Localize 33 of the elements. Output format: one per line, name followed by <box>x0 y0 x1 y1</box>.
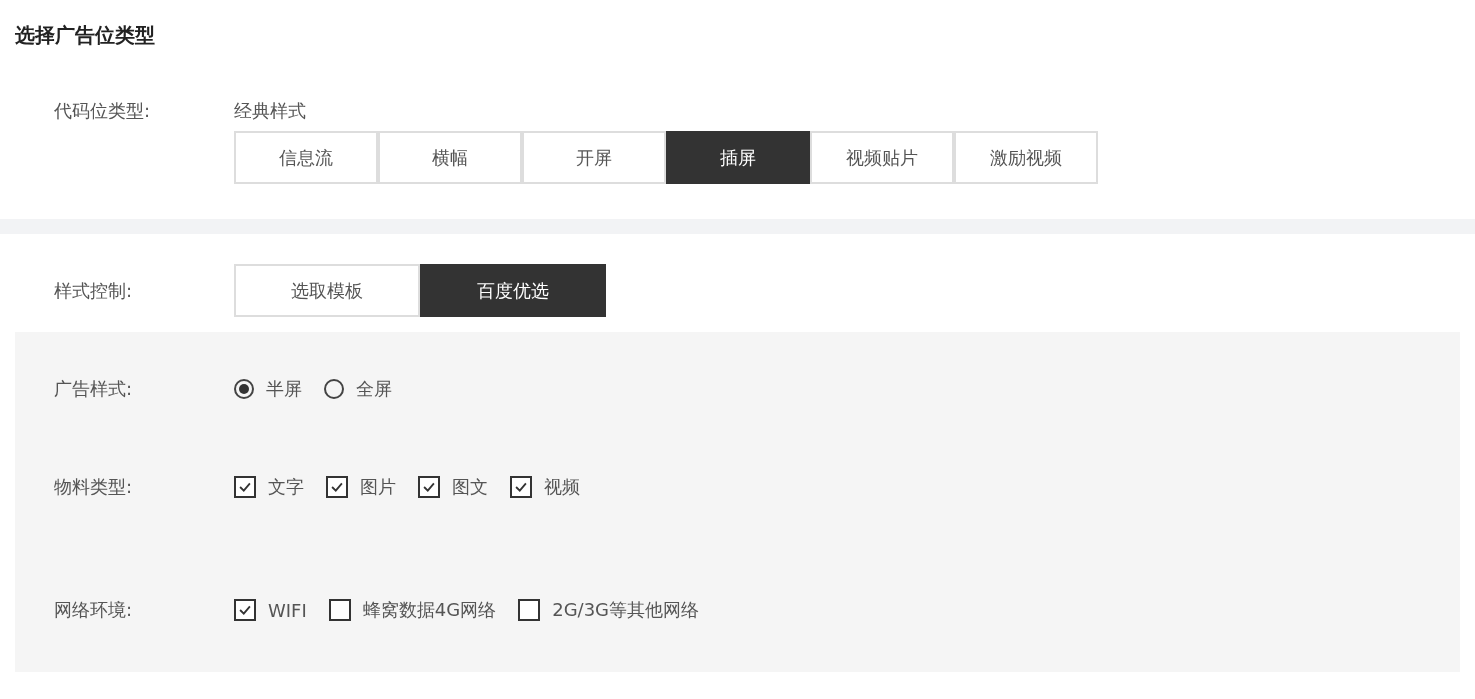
option-label: 半屏 <box>266 377 302 401</box>
section-title: 选择广告位类型 <box>14 22 156 49</box>
type-tab[interactable]: 插屏 <box>666 131 810 184</box>
checkbox[interactable] <box>234 476 256 498</box>
field-label: 广告样式: <box>53 377 134 401</box>
type-tab[interactable]: 横幅 <box>378 131 522 184</box>
field-label: 物料类型: <box>53 475 134 499</box>
field-label: 代码位类型: <box>53 99 152 123</box>
field-value: 经典样式 <box>234 99 306 123</box>
type-tab[interactable]: 视频贴片 <box>810 131 954 184</box>
type-tab[interactable]: 信息流 <box>234 131 378 184</box>
type-tab[interactable]: 激励视频 <box>954 131 1098 184</box>
checkbox[interactable] <box>518 599 541 621</box>
option-label: 视频 <box>544 475 580 499</box>
checkbox[interactable] <box>326 476 348 498</box>
option-label: 图文 <box>452 475 488 499</box>
option-label: 全屏 <box>356 377 392 401</box>
option-label: 图片 <box>360 475 396 499</box>
type-tab[interactable]: 开屏 <box>522 131 666 184</box>
radio-button[interactable] <box>234 379 254 399</box>
style-tab[interactable]: 选取模板 <box>234 264 420 317</box>
option-label: 蜂窝数据4G网络 <box>362 598 497 622</box>
style-tab[interactable]: 百度优选 <box>420 264 606 317</box>
radio-button[interactable] <box>324 379 344 399</box>
option-label: 2G/3G等其他网络 <box>552 598 700 622</box>
field-label: 网络环境: <box>53 598 134 622</box>
option-label: 文字 <box>268 475 304 499</box>
checkbox[interactable] <box>418 476 440 498</box>
option-label: WIFI <box>268 599 307 621</box>
field-label: 样式控制: <box>53 278 134 303</box>
checkbox[interactable] <box>234 599 256 621</box>
checkbox[interactable] <box>510 476 532 498</box>
checkbox[interactable] <box>328 599 351 621</box>
